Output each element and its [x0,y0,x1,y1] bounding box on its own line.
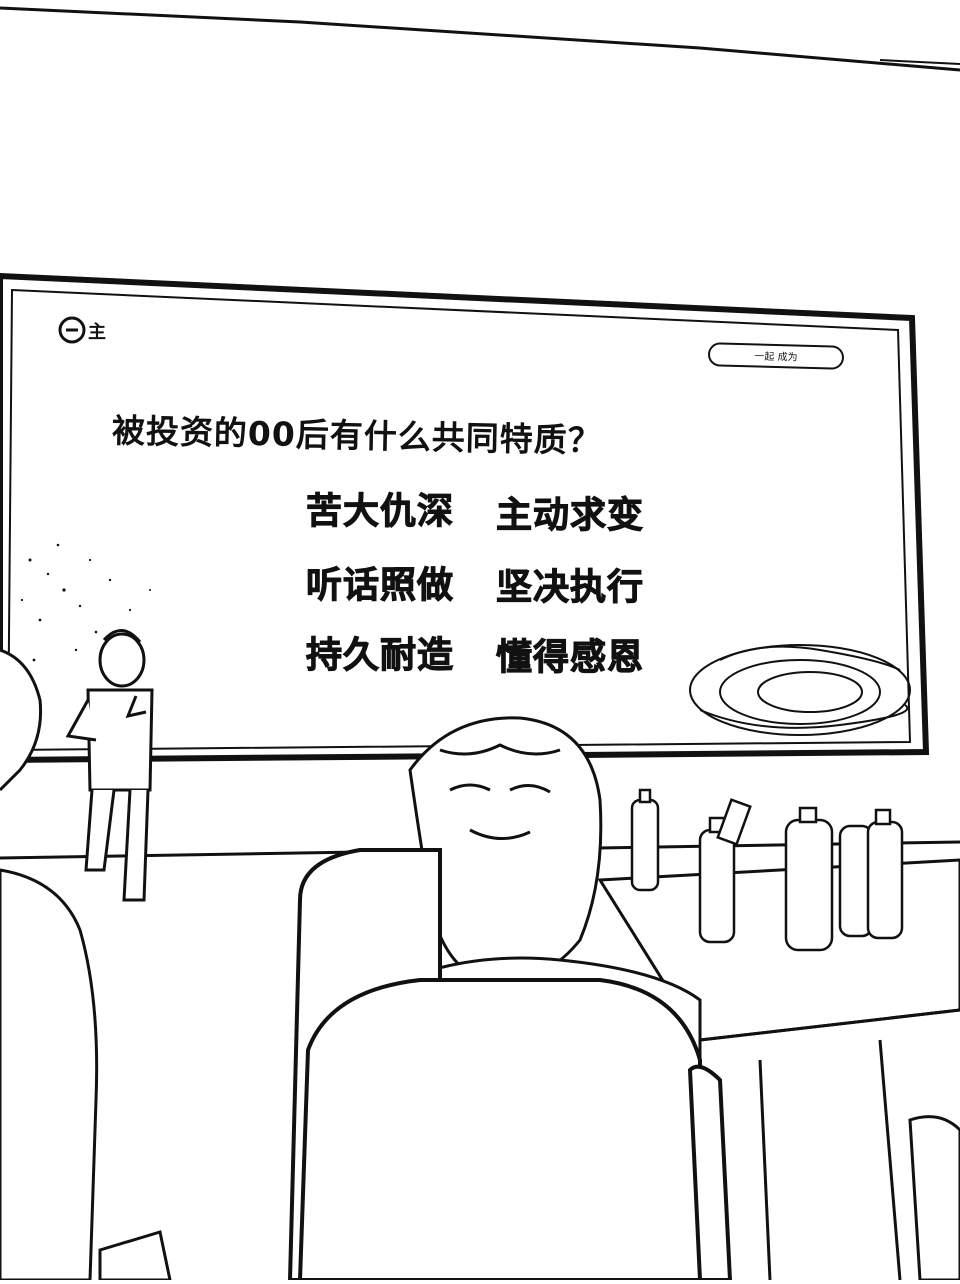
trait-1: 苦大仇深 [305,491,455,533]
slide-logo-text: 主 [88,322,107,343]
trait-5: 持久耐造 [305,635,455,677]
ceiling-edge [0,6,960,72]
trait-6: 懂得感恩 [495,637,645,679]
right-chair [908,1115,960,1282]
trait-2: 主动求变 [495,495,645,537]
trait-3: 听话照做 [305,565,455,607]
scene-drawing [0,6,960,1282]
trait-4: 坚决执行 [495,567,645,609]
floor-object [98,1230,172,1282]
photo-scene: 主 一起 成为 被投资的00后有什么共同特质？ 苦大仇深 主动求变 听话照做 坚… [0,0,960,1282]
slide-badge: 一起 成为 [707,342,845,370]
